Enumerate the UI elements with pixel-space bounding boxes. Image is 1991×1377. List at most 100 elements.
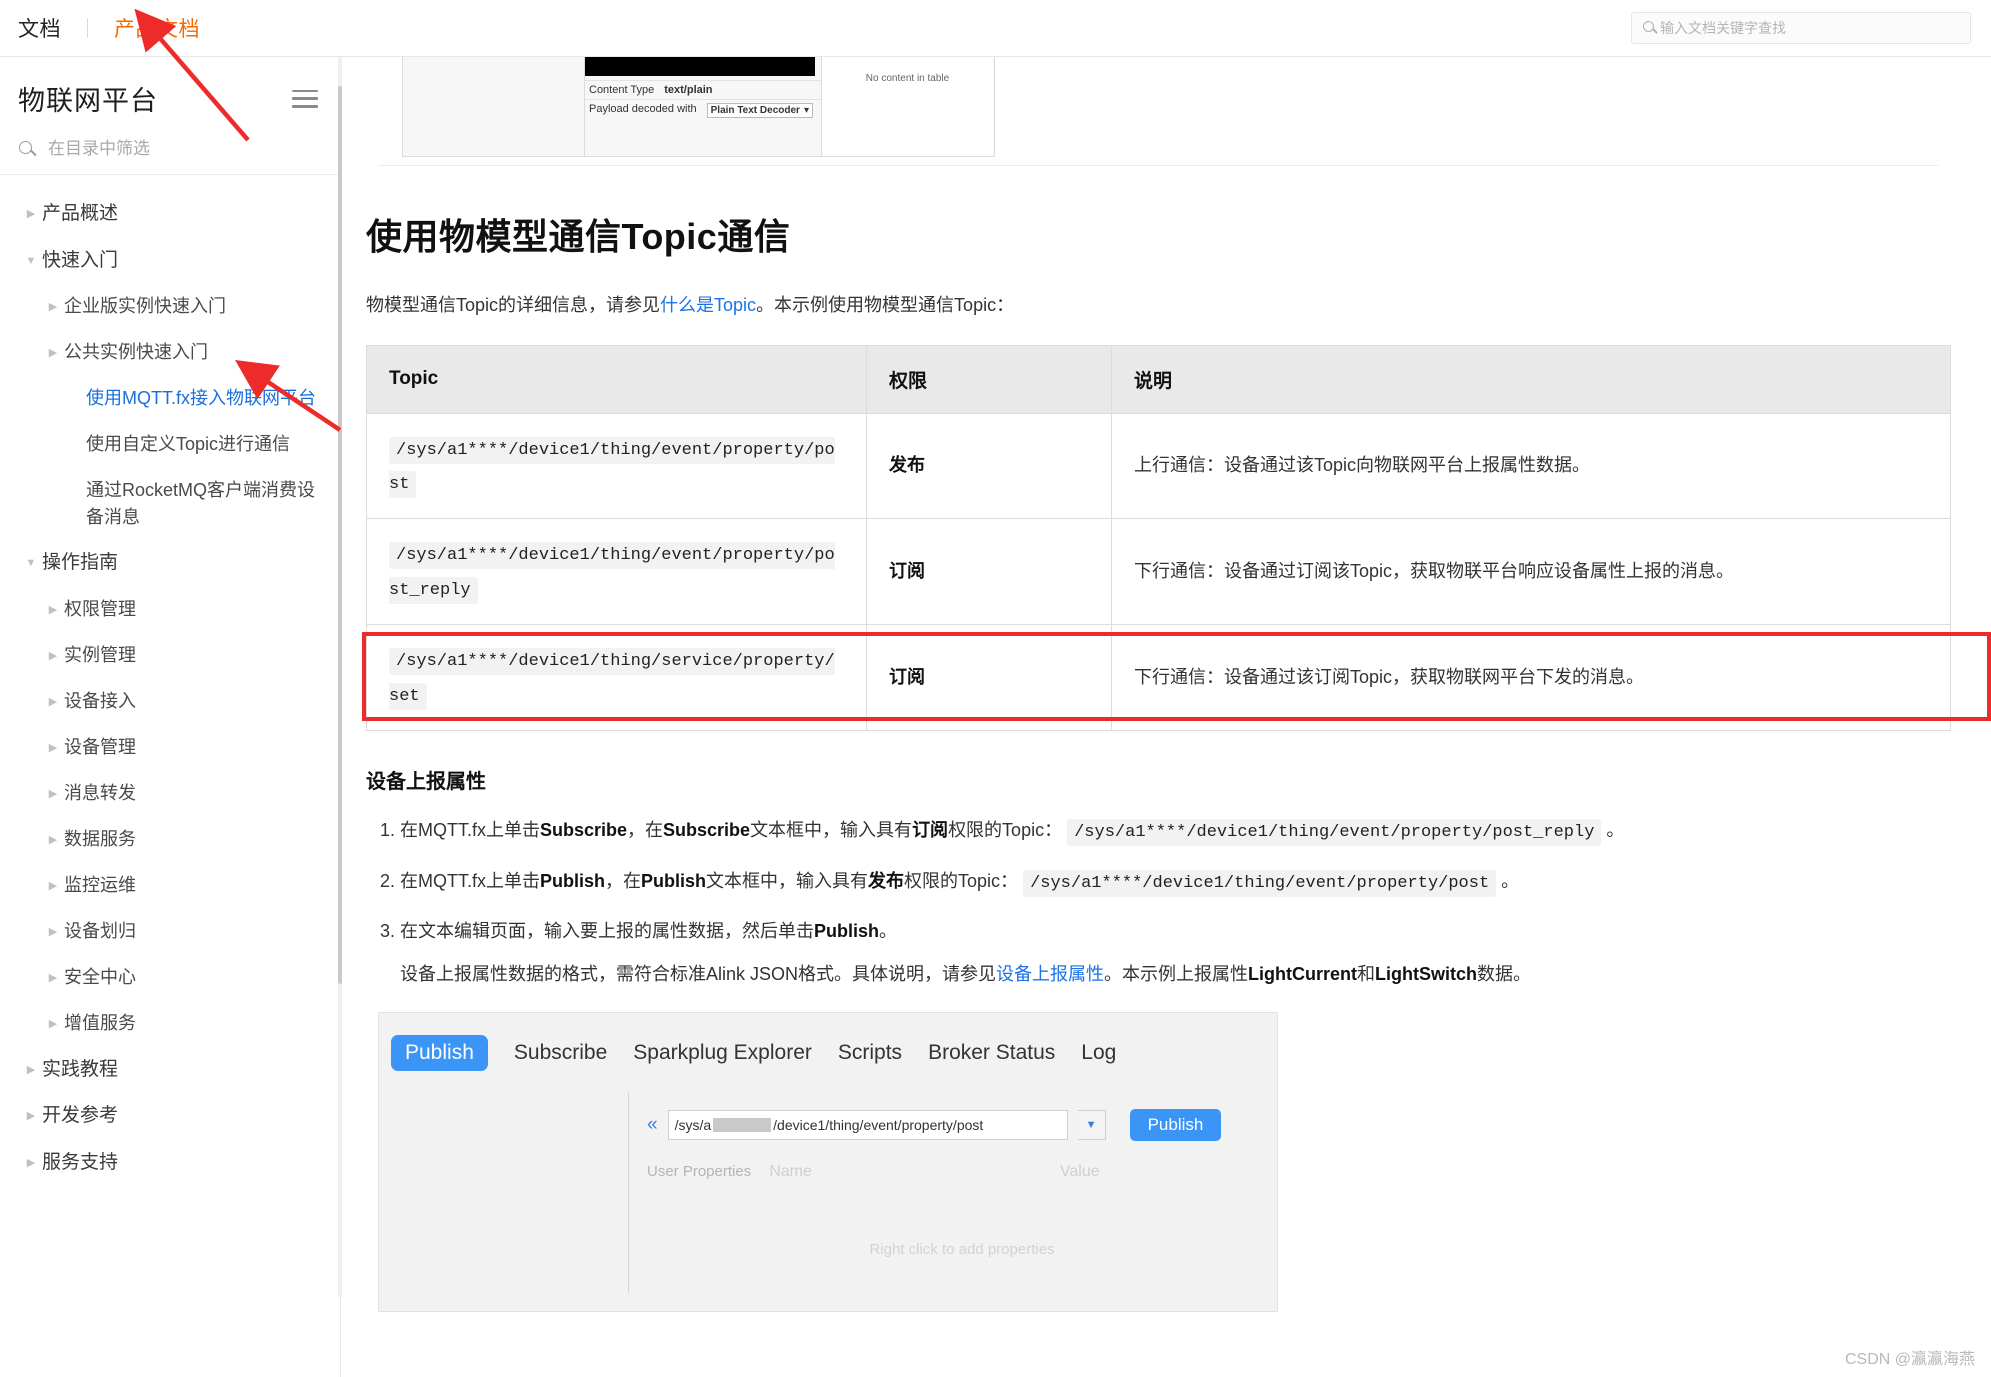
mqtt-tab-log[interactable]: Log <box>1081 1041 1116 1065</box>
sidebar-item-10[interactable]: ▶设备接入 <box>0 679 340 725</box>
sidebar-item-14[interactable]: ▶监控运维 <box>0 863 340 909</box>
cell-description: 下行通信：设备通过该订阅Topic，获取物联网平台下发的消息。 <box>1112 625 1951 731</box>
mqtt-topic-suffix: /device1/thing/event/property/post <box>773 1117 983 1133</box>
mqtt-payload-black-area <box>585 57 815 76</box>
sidebar-item-20[interactable]: ▶服务支持 <box>0 1140 340 1187</box>
caret-right-icon[interactable]: ▶ <box>42 826 64 854</box>
step-tail: 。 <box>1496 871 1519 891</box>
caret-right-icon[interactable]: ▶ <box>20 200 42 228</box>
step-text: 权限的Topic： <box>904 871 1018 891</box>
global-search-input[interactable] <box>1658 19 1958 37</box>
sidebar-item-label: 操作指南 <box>42 549 330 578</box>
step-emphasis: Publish <box>814 921 879 941</box>
step-tail: 。 <box>1601 820 1624 840</box>
mqtt-publish-button[interactable]: Publish <box>1130 1109 1222 1141</box>
lead-paragraph: 物模型通信Topic的详细信息，请参见什么是Topic。本示例使用物模型通信To… <box>366 290 1991 321</box>
mqtt-tab-sparkplug-explorer[interactable]: Sparkplug Explorer <box>633 1041 812 1065</box>
mqtt-tab-publish[interactable]: Publish <box>391 1035 488 1071</box>
topics-table-head: Topic 权限 说明 <box>367 345 1951 413</box>
sidebar-item-11[interactable]: ▶设备管理 <box>0 725 340 771</box>
caret-right-icon[interactable]: ▶ <box>42 293 64 321</box>
sidebar-item-3[interactable]: ▶公共实例快速入门 <box>0 330 340 376</box>
caret-right-icon[interactable]: ▶ <box>42 964 64 992</box>
caret-right-icon[interactable]: ▶ <box>42 872 64 900</box>
sidebar-item-4[interactable]: ▶使用MQTT.fx接入物联网平台 <box>0 376 340 422</box>
caret-right-icon[interactable]: ▶ <box>42 596 64 624</box>
section-subheading: 设备上报属性 <box>366 765 1991 794</box>
hamburger-menu-icon[interactable] <box>292 90 318 108</box>
caret-right-icon[interactable]: ▶ <box>42 918 64 946</box>
table-row: /sys/a1****/device1/thing/event/property… <box>367 519 1951 625</box>
sidebar-item-5[interactable]: ▶使用自定义Topic进行通信 <box>0 422 340 468</box>
report-property-link[interactable]: 设备上报属性 <box>996 964 1104 984</box>
caret-right-icon[interactable]: ▶ <box>42 1010 64 1038</box>
th-topic: Topic <box>367 345 867 413</box>
sidebar-item-0[interactable]: ▶产品概述 <box>0 191 340 238</box>
step-emphasis: Publish <box>540 871 605 891</box>
step-text: 文本框中，输入具有 <box>750 820 912 840</box>
mqtt-tab-broker-status[interactable]: Broker Status <box>928 1041 1055 1065</box>
content-divider <box>378 165 1938 166</box>
topbar-left-group: 文档 产品文档 <box>0 13 200 43</box>
sidebar-item-label: 企业版实例快速入门 <box>64 293 330 320</box>
caret-down-icon[interactable]: ▼ <box>20 247 42 275</box>
sidebar-item-19[interactable]: ▶开发参考 <box>0 1093 340 1140</box>
topic-code: /sys/a1****/device1/thing/event/property… <box>389 542 835 603</box>
nav-link-docs[interactable]: 文档 <box>18 13 61 43</box>
caret-right-icon[interactable]: ▶ <box>20 1102 42 1130</box>
mqtt-content-type-row: Content Type text/plain <box>585 80 821 99</box>
sidebar-item-label: 实例管理 <box>64 642 330 669</box>
cell-description: 下行通信：设备通过订阅该Topic，获取物联平台响应设备属性上报的消息。 <box>1112 519 1951 625</box>
sidebar-item-12[interactable]: ▶消息转发 <box>0 771 340 817</box>
sidebar-item-label: 设备划归 <box>64 918 330 945</box>
step-text: 在文本编辑页面，输入要上报的属性数据，然后单击 <box>400 921 814 941</box>
sidebar-item-2[interactable]: ▶企业版实例快速入门 <box>0 284 340 330</box>
caret-right-icon[interactable]: ▶ <box>20 1149 42 1177</box>
sidebar-item-16[interactable]: ▶安全中心 <box>0 955 340 1001</box>
sidebar-title: 物联网平台 <box>18 79 158 118</box>
sidebar-item-8[interactable]: ▶权限管理 <box>0 587 340 633</box>
sidebar-item-6[interactable]: ▶通过RocketMQ客户端消费设备消息 <box>0 468 340 540</box>
mqtt-right-pane: « /sys/a/device1/thing/event/property/po… <box>629 1093 1277 1293</box>
caret-right-icon[interactable]: ▶ <box>20 1056 42 1084</box>
mqtt-topic-dropdown-icon[interactable]: ▼ <box>1078 1110 1106 1140</box>
caret-right-icon[interactable]: ▶ <box>42 688 64 716</box>
sidebar-item-label: 增值服务 <box>64 1010 330 1037</box>
sidebar-item-18[interactable]: ▶实践教程 <box>0 1047 340 1094</box>
step-text: 权限的Topic： <box>948 820 1062 840</box>
substep-and: 和 <box>1357 964 1375 984</box>
sidebar-item-label: 权限管理 <box>64 596 330 623</box>
mqtt-topic-input[interactable]: /sys/a/device1/thing/event/property/post <box>668 1110 1068 1140</box>
mqtt-tab-subscribe[interactable]: Subscribe <box>514 1041 607 1065</box>
cell-permission: 订阅 <box>867 519 1112 625</box>
sidebar-item-9[interactable]: ▶实例管理 <box>0 633 340 679</box>
sidebar-item-13[interactable]: ▶数据服务 <box>0 817 340 863</box>
collapse-left-icon[interactable]: « <box>647 1114 658 1136</box>
nav-link-product-docs[interactable]: 产品文档 <box>114 13 200 43</box>
mqtt-panel-right: 0b1c8f0f8ba1b9c2 34:50:30:50430988 Name … <box>821 57 993 156</box>
sidebar-filter[interactable] <box>0 136 340 175</box>
topic-code: /sys/a1****/device1/thing/service/proper… <box>389 648 835 709</box>
property-light-switch: LightSwitch <box>1375 964 1477 984</box>
sidebar-item-17[interactable]: ▶增值服务 <box>0 1001 340 1047</box>
topbar-right-group <box>1631 12 1991 44</box>
sidebar-item-15[interactable]: ▶设备划归 <box>0 909 340 955</box>
sidebar-item-1[interactable]: ▼快速入门 <box>0 238 340 285</box>
step-emphasis: Subscribe <box>540 820 627 840</box>
caret-right-icon[interactable]: ▶ <box>42 642 64 670</box>
mqtt-fx-screenshot: Publish Subscribe Sparkplug Explorer Script… <box>378 1012 1278 1312</box>
what-is-topic-link[interactable]: 什么是Topic <box>660 295 756 315</box>
caret-right-icon[interactable]: ▶ <box>42 734 64 762</box>
sidebar-item-7[interactable]: ▼操作指南 <box>0 540 340 587</box>
global-search-box[interactable] <box>1631 12 1971 44</box>
payload-decoder-select[interactable]: Plain Text Decoder ▾ <box>707 103 813 118</box>
caret-right-icon[interactable]: ▶ <box>42 780 64 808</box>
step-item: 在MQTT.fx上单击Subscribe，在Subscribe文本框中，输入具有… <box>400 814 1991 849</box>
step-substep: 设备上报属性数据的格式，需符合标准Alink JSON格式。具体说明，请参见设备… <box>400 958 1991 990</box>
sidebar-filter-input[interactable] <box>46 138 306 160</box>
mqtt-tab-scripts[interactable]: Scripts <box>838 1041 902 1065</box>
caret-right-icon[interactable]: ▶ <box>42 339 64 367</box>
topbar-divider <box>87 18 88 38</box>
caret-down-icon[interactable]: ▼ <box>20 549 42 577</box>
step-emphasis: 发布 <box>868 871 904 891</box>
